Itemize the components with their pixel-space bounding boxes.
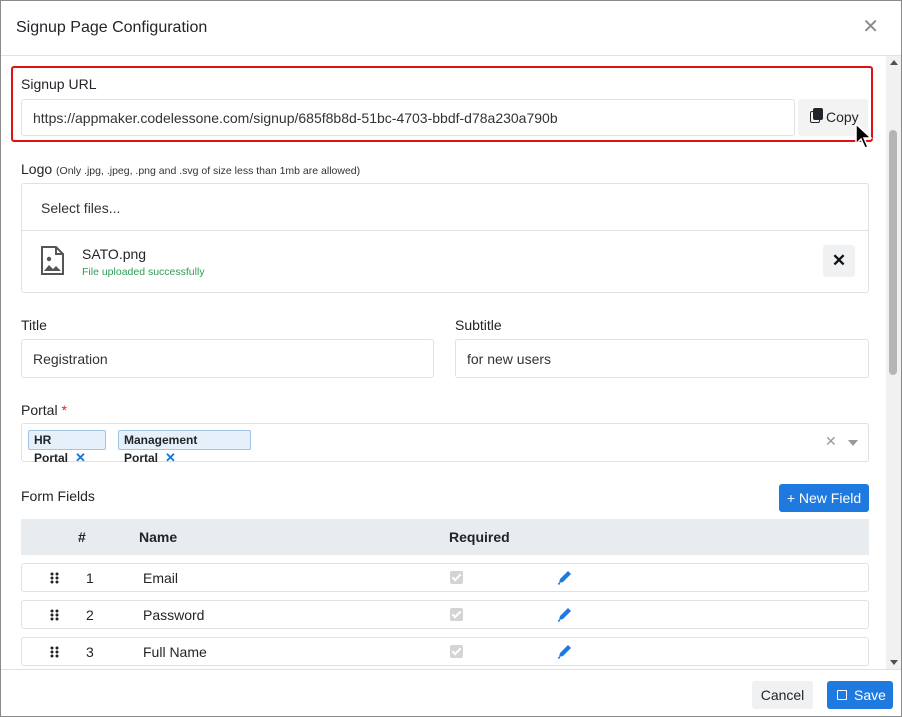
chevron-down-icon[interactable] xyxy=(848,440,858,446)
remove-file-button[interactable]: ✕ xyxy=(823,245,855,277)
row-number: 3 xyxy=(86,644,94,660)
drag-handle-icon[interactable] xyxy=(50,572,59,584)
field-name: Email xyxy=(143,570,179,586)
column-header: # xyxy=(78,529,86,545)
dialog-title: Signup Page Configuration xyxy=(16,19,208,36)
vertical-scrollbar[interactable] xyxy=(886,56,901,669)
subtitle-label: Subtitle xyxy=(455,317,502,333)
signup-config-dialog: Signup Page Configuration ✕ Signup URL h… xyxy=(0,0,902,717)
upload-status: File uploaded successfully xyxy=(82,266,205,278)
upload-divider xyxy=(22,230,868,231)
copy-button-label: Copy xyxy=(826,109,859,125)
uploaded-file-name: SATO.png xyxy=(82,246,147,262)
title-label: Title xyxy=(21,317,47,333)
logo-label-row: Logo (Only .jpg, .jpeg, .png and .svg of… xyxy=(21,161,360,177)
close-icon[interactable]: ✕ xyxy=(862,17,879,37)
required-checkbox xyxy=(450,608,463,621)
chip-remove-icon[interactable]: ✕ xyxy=(165,450,176,465)
scroll-up-arrow-icon[interactable] xyxy=(890,60,898,65)
scroll-down-arrow-icon[interactable] xyxy=(890,660,898,665)
signup-url-label: Signup URL xyxy=(21,76,97,92)
portal-chip: Management Portal ✕ xyxy=(118,430,251,465)
save-button-label: Save xyxy=(854,687,886,703)
logo-upload: Select files... SATO.png File uploaded s… xyxy=(21,183,869,293)
required-checkbox xyxy=(450,645,463,658)
field-name: Full Name xyxy=(143,644,207,660)
mouse-cursor-icon xyxy=(855,123,873,149)
drag-handle-icon[interactable] xyxy=(50,646,59,658)
image-file-icon xyxy=(41,246,64,275)
fields-table-header: # Name Required xyxy=(21,519,869,555)
portal-chip-label: HR Portal xyxy=(34,433,69,465)
drag-handle-icon[interactable] xyxy=(50,609,59,621)
portal-chip: HR Portal ✕ xyxy=(28,430,106,465)
table-row[interactable]: 2 Password xyxy=(21,600,869,629)
column-header: Name xyxy=(139,529,178,545)
required-mark: * xyxy=(61,402,67,418)
subtitle-input[interactable]: for new users xyxy=(455,339,869,378)
edit-pencil-icon[interactable] xyxy=(557,644,572,659)
row-number: 1 xyxy=(86,570,94,586)
table-row[interactable]: 3 Full Name xyxy=(21,637,869,666)
clear-selection-icon[interactable]: ✕ xyxy=(825,433,837,450)
edit-pencil-icon[interactable] xyxy=(557,607,572,622)
row-number: 2 xyxy=(86,607,94,623)
logo-hint: (Only .jpg, .jpeg, .png and .svg of size… xyxy=(56,165,361,177)
scrollbar-thumb[interactable] xyxy=(889,130,897,375)
form-fields-label: Form Fields xyxy=(21,488,95,504)
select-files-button[interactable]: Select files... xyxy=(41,200,120,216)
table-row[interactable]: 1 Email xyxy=(21,563,869,592)
cancel-button[interactable]: Cancel xyxy=(752,681,813,709)
chip-remove-icon[interactable]: ✕ xyxy=(75,450,86,465)
portal-label-row: Portal * xyxy=(21,402,67,418)
column-header: Required xyxy=(449,529,510,545)
required-checkbox xyxy=(450,571,463,584)
dialog-header: Signup Page Configuration ✕ xyxy=(1,1,901,56)
edit-pencil-icon[interactable] xyxy=(557,570,572,585)
copy-icon-front xyxy=(813,108,823,120)
logo-label: Logo xyxy=(21,161,53,177)
field-name: Password xyxy=(143,607,205,623)
save-icon xyxy=(837,690,847,700)
dialog-footer: Cancel Save xyxy=(1,669,901,716)
new-field-button[interactable]: + New Field xyxy=(779,484,869,512)
portal-label: Portal xyxy=(21,402,58,418)
title-input[interactable]: Registration xyxy=(21,339,434,378)
save-button[interactable]: Save xyxy=(827,681,893,709)
dialog-body[interactable]: Signup URL https://appmaker.codelessone.… xyxy=(1,56,885,669)
signup-url-input[interactable]: https://appmaker.codelessone.com/signup/… xyxy=(21,99,795,136)
